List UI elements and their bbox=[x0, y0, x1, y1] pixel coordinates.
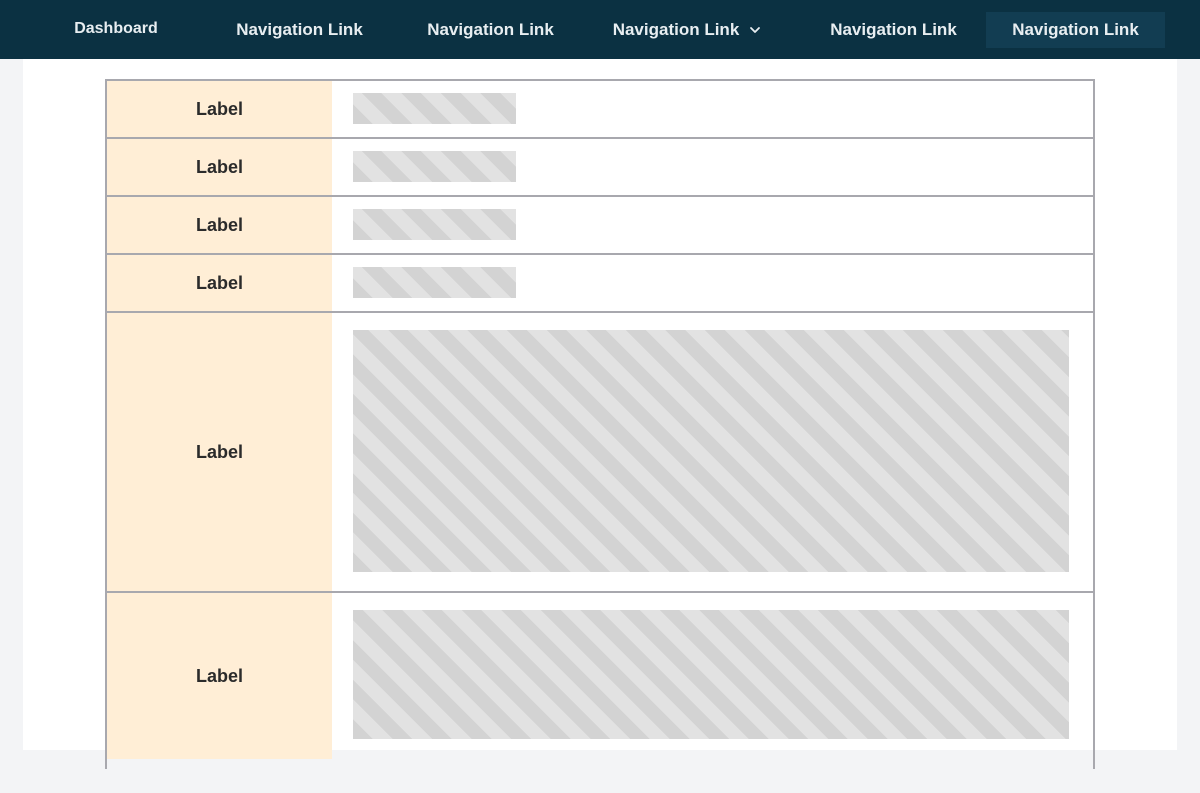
nav-link-2[interactable]: Navigation Link bbox=[413, 12, 568, 48]
field-label-text: Label bbox=[195, 214, 243, 235]
form-row: Label bbox=[107, 255, 1095, 313]
field-label: Label bbox=[107, 313, 332, 591]
form-row: Label bbox=[107, 197, 1095, 255]
field-label: Label bbox=[107, 81, 332, 137]
field-label-text: Label bbox=[195, 441, 243, 462]
nav-link-label: Navigation Link bbox=[1012, 20, 1139, 39]
field-label: Label bbox=[107, 593, 332, 759]
nav-link-1[interactable]: Navigation Link bbox=[222, 12, 377, 48]
field-label-text: Label bbox=[195, 272, 243, 293]
short-input-placeholder[interactable] bbox=[353, 267, 516, 298]
form-row: Label bbox=[107, 593, 1095, 793]
field-label-text: Label bbox=[195, 98, 243, 119]
short-input-placeholder[interactable] bbox=[353, 209, 516, 240]
nav-link-label: Navigation Link bbox=[236, 20, 363, 39]
short-input-placeholder[interactable] bbox=[353, 93, 516, 124]
field-label-text: Label bbox=[195, 665, 243, 686]
form-table: Label Label Label Label Label Label bbox=[105, 79, 1095, 769]
field-label: Label bbox=[107, 139, 332, 195]
nav-link-label: Navigation Link bbox=[612, 20, 740, 39]
field-label: Label bbox=[107, 255, 332, 311]
form-row: Label bbox=[107, 313, 1095, 593]
nav-link-label: Navigation Link bbox=[427, 20, 554, 39]
nav-link-label: Navigation Link bbox=[830, 20, 957, 39]
nav-dashboard-link[interactable]: Dashboard bbox=[60, 11, 172, 47]
large-content-placeholder[interactable] bbox=[353, 610, 1069, 739]
nav-dashboard-label: Dashboard bbox=[74, 20, 158, 37]
large-content-placeholder[interactable] bbox=[353, 330, 1069, 572]
chevron-down-icon bbox=[750, 27, 761, 33]
form-row: Label bbox=[107, 81, 1095, 139]
form-row: Label bbox=[107, 139, 1095, 197]
field-label-text: Label bbox=[195, 156, 243, 177]
short-input-placeholder[interactable] bbox=[353, 151, 516, 182]
top-navigation-bar: Dashboard Navigation Link Navigation Lin… bbox=[0, 0, 1200, 59]
field-label: Label bbox=[107, 197, 332, 253]
nav-link-4[interactable]: Navigation Link bbox=[816, 12, 971, 48]
nav-link-5-active[interactable]: Navigation Link bbox=[986, 12, 1165, 48]
nav-link-3-dropdown[interactable]: Navigation Link bbox=[598, 12, 776, 48]
